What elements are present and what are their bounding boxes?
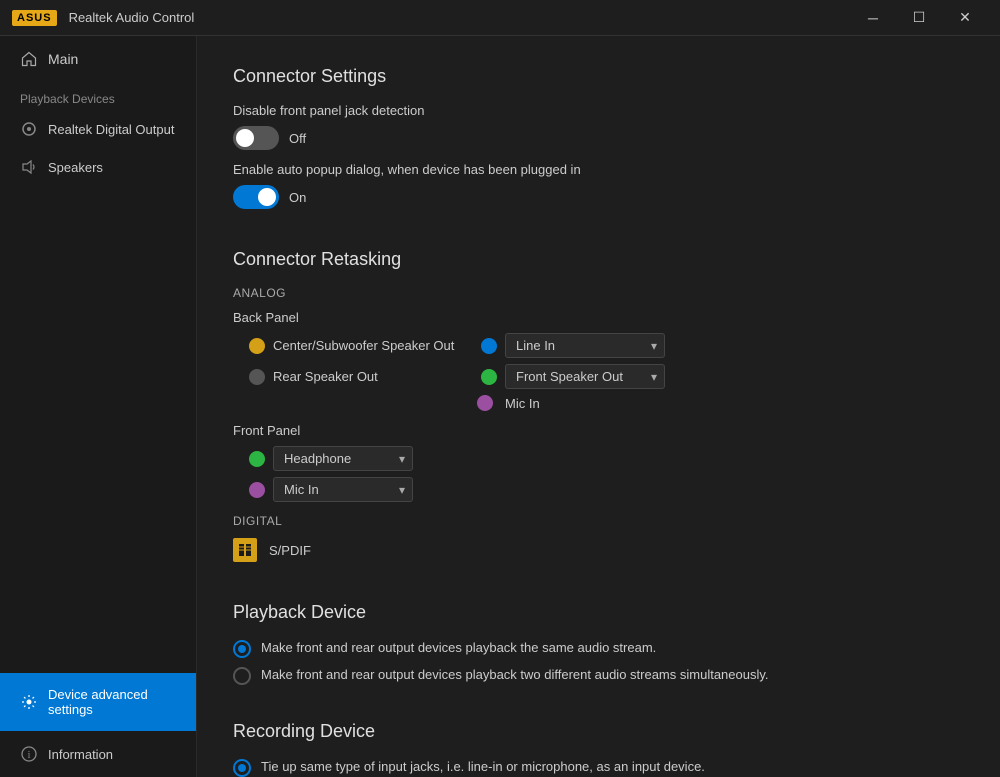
connector-name-1: Rear Speaker Out <box>273 369 473 384</box>
speakers-icon <box>20 158 38 176</box>
connector-retasking-section: Connector Retasking ANALOG Back Panel Ce… <box>233 249 964 562</box>
back-panel-select-0[interactable]: Line In Mic In Front Speaker Out Rear Sp… <box>505 333 665 358</box>
sidebar-item-main[interactable]: Main <box>0 36 196 82</box>
recording-radio-0[interactable] <box>233 759 251 777</box>
recording-radio-label-0: Tie up same type of input jacks, i.e. li… <box>261 758 705 776</box>
back-panel-row-0: Center/Subwoofer Speaker Out Line In Mic… <box>249 333 964 358</box>
recording-device-section: Recording Device Tie up same type of inp… <box>233 721 964 777</box>
realtek-digital-output-label: Realtek Digital Output <box>48 122 174 137</box>
front-panel-select-wrapper-1[interactable]: Headphone Mic In Line In <box>273 477 413 502</box>
front-panel-select-wrapper-0[interactable]: Headphone Mic In Line In <box>273 446 413 471</box>
digital-label: DIGITAL <box>233 514 964 528</box>
disable-front-panel-label: Disable front panel jack detection <box>233 103 964 118</box>
sidebar-item-speakers[interactable]: Speakers <box>0 148 196 186</box>
digital-output-icon <box>20 120 38 138</box>
mic-in-row: Mic In <box>473 395 964 411</box>
playback-radio-row-1[interactable]: Make front and rear output devices playb… <box>233 666 964 685</box>
sidebar-bottom: Device advanced settings i Information <box>0 673 196 777</box>
enable-auto-popup-label: Enable auto popup dialog, when device ha… <box>233 162 964 177</box>
information-label: Information <box>48 747 113 762</box>
app-body: Main Playback Devices Realtek Digital Ou… <box>0 36 1000 777</box>
enable-auto-popup-toggle-row: On <box>233 185 964 209</box>
radio-inner-rec-0 <box>238 764 246 772</box>
spdif-label: S/PDIF <box>269 543 311 558</box>
toggle-track-off[interactable] <box>233 126 279 150</box>
sidebar-item-device-advanced-settings[interactable]: Device advanced settings <box>0 673 196 731</box>
playback-section-label: Playback Devices <box>0 82 196 110</box>
spdif-icon <box>233 538 257 562</box>
enable-auto-popup-state: On <box>289 190 306 205</box>
information-icon: i <box>20 745 38 763</box>
enable-auto-popup-toggle[interactable] <box>233 185 279 209</box>
app-logo-area: ASUS Realtek Audio Control <box>12 10 194 26</box>
home-icon <box>20 50 38 68</box>
playback-radio-0[interactable] <box>233 640 251 658</box>
front-panel-select-1[interactable]: Headphone Mic In Line In <box>273 477 413 502</box>
playback-radio-1[interactable] <box>233 667 251 685</box>
connector-retasking-title: Connector Retasking <box>233 249 964 270</box>
connector-name-0: Center/Subwoofer Speaker Out <box>273 338 473 353</box>
back-panel-section: Center/Subwoofer Speaker Out Line In Mic… <box>249 333 964 411</box>
front-panel-section: Headphone Mic In Line In Headphone Mic I… <box>249 446 964 502</box>
toggle-track-on[interactable] <box>233 185 279 209</box>
main-label: Main <box>48 51 78 67</box>
playback-radio-row-0[interactable]: Make front and rear output devices playb… <box>233 639 964 658</box>
recording-device-title: Recording Device <box>233 721 964 742</box>
close-button[interactable]: ✕ <box>942 0 988 36</box>
back-panel-row-1: Rear Speaker Out Line In Mic In Front Sp… <box>249 364 964 389</box>
sidebar-item-information[interactable]: i Information <box>0 731 196 777</box>
asus-logo: ASUS <box>12 10 57 26</box>
connector-settings-title: Connector Settings <box>233 66 964 87</box>
app-title: Realtek Audio Control <box>69 10 195 25</box>
sidebar: Main Playback Devices Realtek Digital Ou… <box>0 36 197 777</box>
device-advanced-settings-label: Device advanced settings <box>48 687 176 717</box>
titlebar: ASUS Realtek Audio Control ─ ☐ ✕ <box>0 0 1000 36</box>
mic-in-label: Mic In <box>505 396 540 411</box>
toggle-thumb <box>236 129 254 147</box>
back-panel-select-1[interactable]: Line In Mic In Front Speaker Out Rear Sp… <box>505 364 665 389</box>
radio-inner-0 <box>238 645 246 653</box>
connector-arrow-dot-1 <box>481 369 497 385</box>
front-panel-select-0[interactable]: Headphone Mic In Line In <box>273 446 413 471</box>
disable-front-panel-toggle[interactable] <box>233 126 279 150</box>
front-panel-row-0: Headphone Mic In Line In <box>249 446 964 471</box>
spdif-row: S/PDIF <box>233 538 964 562</box>
disable-front-panel-state: Off <box>289 131 306 146</box>
recording-radio-row-0[interactable]: Tie up same type of input jacks, i.e. li… <box>233 758 964 777</box>
minimize-button[interactable]: ─ <box>850 0 896 36</box>
playback-radio-label-0: Make front and rear output devices playb… <box>261 639 656 657</box>
back-panel-select-wrapper-0[interactable]: Line In Mic In Front Speaker Out Rear Sp… <box>505 333 665 358</box>
content-area: Connector Settings Disable front panel j… <box>197 36 1000 777</box>
digital-section: S/PDIF <box>233 538 964 562</box>
connector-settings-section: Connector Settings Disable front panel j… <box>233 66 964 209</box>
svg-text:i: i <box>28 750 31 761</box>
analog-label: ANALOG <box>233 286 964 300</box>
connector-arrow-dot-0 <box>481 338 497 354</box>
back-panel-label: Back Panel <box>233 310 964 325</box>
device-settings-icon <box>20 693 38 711</box>
playback-radio-label-1: Make front and rear output devices playb… <box>261 666 769 684</box>
front-panel-label: Front Panel <box>233 423 964 438</box>
toggle-thumb-on <box>258 188 276 206</box>
back-panel-select-wrapper-1[interactable]: Line In Mic In Front Speaker Out Rear Sp… <box>505 364 665 389</box>
front-panel-dot-0 <box>249 451 265 467</box>
connector-dot-1 <box>249 369 265 385</box>
playback-device-title: Playback Device <box>233 602 964 623</box>
maximize-button[interactable]: ☐ <box>896 0 942 36</box>
front-panel-row-1: Headphone Mic In Line In <box>249 477 964 502</box>
connector-dot-0 <box>249 338 265 354</box>
window-controls: ─ ☐ ✕ <box>850 0 988 36</box>
front-panel-dot-1 <box>249 482 265 498</box>
playback-device-section: Playback Device Make front and rear outp… <box>233 602 964 685</box>
sidebar-item-realtek-digital-output[interactable]: Realtek Digital Output <box>0 110 196 148</box>
speakers-label: Speakers <box>48 160 103 175</box>
mic-in-dot <box>477 395 493 411</box>
disable-front-panel-toggle-row: Off <box>233 126 964 150</box>
